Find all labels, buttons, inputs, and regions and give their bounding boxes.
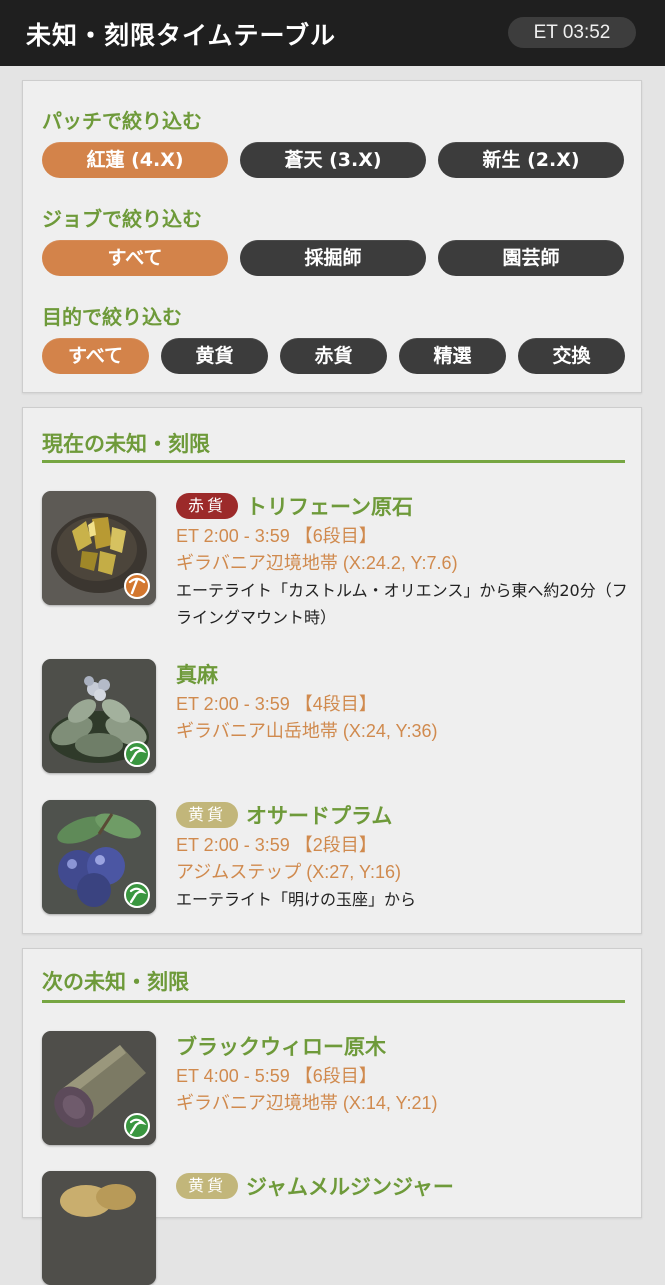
next-nodes-panel: 次の未知・刻限 ブラックウィロー原木 ET 4:00 - 5:59 【6段目】 … bbox=[22, 948, 642, 1285]
node-time: ET 2:00 - 3:59 【6段目】 bbox=[176, 526, 377, 546]
item-name[interactable]: ブラックウィロー原木 bbox=[176, 1031, 386, 1061]
current-section-title: 現在の未知・刻限 bbox=[42, 432, 210, 456]
current-nodes-panel: 現在の未知・刻限 赤貨 トリフェーン原石 ET 2:00 - 3:59 【6段目… bbox=[22, 407, 642, 934]
item-name[interactable]: 真麻 bbox=[176, 659, 218, 689]
node-time: ET 2:00 - 3:59 【4段目】 bbox=[176, 694, 377, 714]
eorzea-time-clock: ET 03:52 bbox=[508, 17, 636, 48]
node-note: エーテライト「カストルム・オリエンス」から東へ約20分（フライングマウント時） bbox=[176, 581, 628, 627]
node-item[interactable]: 赤貨 トリフェーン原石 ET 2:00 - 3:59 【6段目】 ギラバニア辺境地… bbox=[42, 491, 632, 631]
node-item[interactable]: 黄貨 オサードプラム ET 2:00 - 3:59 【2段目】 アジムステップ (… bbox=[42, 800, 632, 920]
plant-icon bbox=[42, 659, 156, 773]
node-location: アジムステップ (X:27, Y:16) bbox=[176, 862, 402, 882]
item-name[interactable]: オサードプラム bbox=[246, 800, 392, 830]
node-location: ギラバニア辺境地帯 (X:14, Y:21) bbox=[176, 1093, 438, 1113]
item-name[interactable]: トリフェーン原石 bbox=[246, 491, 413, 521]
ginger-icon bbox=[42, 1171, 156, 1285]
next-section-title: 次の未知・刻限 bbox=[42, 970, 189, 994]
patch-option-heavensward[interactable]: 蒼天 (3.X) bbox=[240, 142, 426, 178]
node-info: 黄貨 オサードプラム ET 2:00 - 3:59 【2段目】 アジムステップ (… bbox=[176, 800, 636, 913]
node-info: 真麻 ET 2:00 - 3:59 【4段目】 ギラバニア山岳地帯 (X:24,… bbox=[176, 659, 636, 745]
node-item[interactable]: ブラックウィロー原木 ET 4:00 - 5:59 【6段目】 ギラバニア辺境地… bbox=[42, 1031, 632, 1151]
job-option-miner[interactable]: 採掘師 bbox=[240, 240, 426, 276]
node-note: エーテライト「明けの玉座」から bbox=[176, 890, 417, 909]
purpose-option-red-scrip[interactable]: 赤貨 bbox=[280, 338, 387, 374]
purpose-option-exchange[interactable]: 交換 bbox=[518, 338, 625, 374]
app-title: 未知・刻限タイムテーブル bbox=[26, 21, 337, 50]
node-info: ブラックウィロー原木 ET 4:00 - 5:59 【6段目】 ギラバニア辺境地… bbox=[176, 1031, 636, 1117]
purpose-option-all[interactable]: すべて bbox=[42, 338, 149, 374]
node-location: ギラバニア山岳地帯 (X:24, Y:36) bbox=[176, 721, 438, 741]
pickaxe-icon bbox=[124, 573, 150, 599]
sickle-icon bbox=[124, 1113, 150, 1139]
node-location: ギラバニア辺境地帯 (X:24.2, Y:7.6) bbox=[176, 553, 458, 573]
log-icon bbox=[42, 1031, 156, 1145]
filter-panel: パッチで絞り込む 紅蓮 (4.X) 蒼天 (3.X) 新生 (2.X) ジョブで… bbox=[22, 80, 642, 393]
patch-option-stormblood[interactable]: 紅蓮 (4.X) bbox=[42, 142, 228, 178]
purpose-option-yellow-scrip[interactable]: 黄貨 bbox=[161, 338, 268, 374]
yellow-scrip-tag: 黄貨 bbox=[176, 1173, 239, 1199]
ore-icon bbox=[42, 491, 156, 605]
red-scrip-tag: 赤貨 bbox=[176, 493, 239, 519]
node-info: 赤貨 トリフェーン原石 ET 2:00 - 3:59 【6段目】 ギラバニア辺境地… bbox=[176, 491, 636, 631]
node-time: ET 4:00 - 5:59 【6段目】 bbox=[176, 1066, 377, 1086]
job-filter-heading: ジョブで絞り込む bbox=[42, 207, 202, 231]
plum-icon bbox=[42, 800, 156, 914]
job-option-botanist[interactable]: 園芸師 bbox=[438, 240, 624, 276]
section-divider bbox=[42, 1000, 625, 1003]
patch-option-arr[interactable]: 新生 (2.X) bbox=[438, 142, 624, 178]
node-time: ET 2:00 - 3:59 【2段目】 bbox=[176, 835, 377, 855]
patch-filter-heading: パッチで絞り込む bbox=[42, 109, 202, 133]
yellow-scrip-tag: 黄貨 bbox=[176, 802, 239, 828]
section-divider bbox=[42, 460, 625, 463]
app-header: 未知・刻限タイムテーブル ET 03:52 bbox=[0, 0, 665, 66]
node-info: 黄貨 ジャムメルジンジャー bbox=[176, 1171, 636, 1203]
job-option-all[interactable]: すべて bbox=[42, 240, 228, 276]
purpose-option-collectable[interactable]: 精選 bbox=[399, 338, 506, 374]
node-item[interactable]: 黄貨 ジャムメルジンジャー bbox=[42, 1171, 632, 1285]
purpose-filter-heading: 目的で絞り込む bbox=[42, 305, 182, 329]
node-item[interactable]: 真麻 ET 2:00 - 3:59 【4段目】 ギラバニア山岳地帯 (X:24,… bbox=[42, 659, 632, 779]
sickle-icon bbox=[124, 882, 150, 908]
item-name[interactable]: ジャムメルジンジャー bbox=[246, 1171, 454, 1201]
sickle-icon bbox=[124, 741, 150, 767]
